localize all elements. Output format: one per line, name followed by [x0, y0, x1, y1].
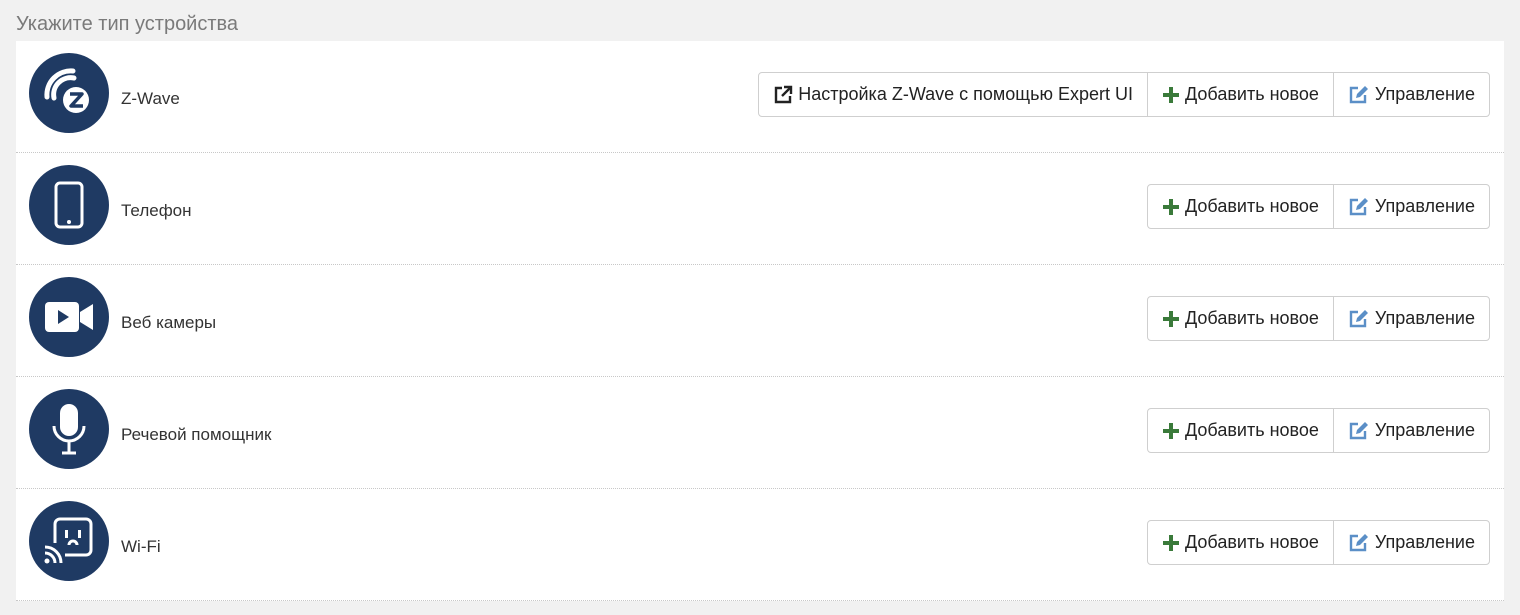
device-label: Z-Wave: [121, 89, 180, 108]
add-new-button[interactable]: Добавить новое: [1147, 72, 1334, 117]
device-row-wifi: Wi-Fi Добавить новое Управление: [16, 489, 1504, 601]
device-row-phone: Телефон Добавить новое Управление: [16, 153, 1504, 265]
device-list: Z-Wave Настройка Z-Wave с помощью Expert…: [16, 41, 1504, 601]
device-label: Веб камеры: [121, 313, 217, 332]
manage-button[interactable]: Управление: [1332, 184, 1490, 229]
manage-label: Управление: [1374, 308, 1475, 328]
device-row-voice-assistant: Речевой помощник Добавить новое Управлен…: [16, 377, 1504, 489]
plus-icon: [1162, 310, 1180, 328]
add-new-button[interactable]: Добавить новое: [1147, 408, 1334, 453]
add-new-button[interactable]: Добавить новое: [1147, 296, 1334, 341]
add-new-label: Добавить новое: [1185, 308, 1319, 328]
plus-icon: [1162, 422, 1180, 440]
phone-icon: [29, 165, 109, 245]
microphone-icon: [29, 389, 109, 469]
page-title: Укажите тип устройства: [16, 13, 239, 35]
button-group: Добавить новое Управление: [1147, 296, 1490, 341]
manage-button[interactable]: Управление: [1332, 408, 1490, 453]
add-new-label: Добавить новое: [1185, 420, 1319, 440]
external-link-icon: [773, 85, 793, 105]
plus-icon: [1162, 198, 1180, 216]
plus-icon: [1162, 86, 1180, 104]
plus-icon: [1162, 534, 1180, 552]
add-new-button[interactable]: Добавить новое: [1147, 184, 1334, 229]
button-group: Добавить новое Управление: [1147, 184, 1490, 229]
expert-ui-label: Настройка Z-Wave с помощью Expert UI: [798, 84, 1134, 104]
add-new-label: Добавить новое: [1185, 532, 1319, 552]
camera-icon: [29, 277, 109, 357]
edit-icon: [1348, 533, 1370, 553]
edit-icon: [1348, 197, 1370, 217]
manage-label: Управление: [1374, 532, 1475, 552]
button-group: Добавить новое Управление: [1147, 520, 1490, 565]
manage-button[interactable]: Управление: [1332, 296, 1490, 341]
button-group: Добавить новое Управление: [1147, 408, 1490, 453]
expert-ui-button[interactable]: Настройка Z-Wave с помощью Expert UI: [758, 72, 1149, 117]
manage-label: Управление: [1374, 84, 1475, 104]
add-new-button[interactable]: Добавить новое: [1147, 520, 1334, 565]
device-row-webcam: Веб камеры Добавить новое Управление: [16, 265, 1504, 377]
manage-label: Управление: [1374, 420, 1475, 440]
device-row-zwave: Z-Wave Настройка Z-Wave с помощью Expert…: [16, 41, 1504, 153]
edit-icon: [1348, 85, 1370, 105]
wifi-socket-icon: [29, 501, 109, 581]
manage-label: Управление: [1374, 196, 1475, 216]
button-group: Настройка Z-Wave с помощью Expert UI Доб…: [758, 72, 1490, 117]
device-label: Речевой помощник: [121, 425, 272, 444]
manage-button[interactable]: Управление: [1332, 72, 1490, 117]
add-new-label: Добавить новое: [1185, 84, 1319, 104]
zwave-icon: [29, 53, 109, 133]
device-label: Wi-Fi: [121, 537, 161, 556]
manage-button[interactable]: Управление: [1332, 520, 1490, 565]
add-new-label: Добавить новое: [1185, 196, 1319, 216]
device-label: Телефон: [121, 201, 192, 220]
edit-icon: [1348, 309, 1370, 329]
edit-icon: [1348, 421, 1370, 441]
